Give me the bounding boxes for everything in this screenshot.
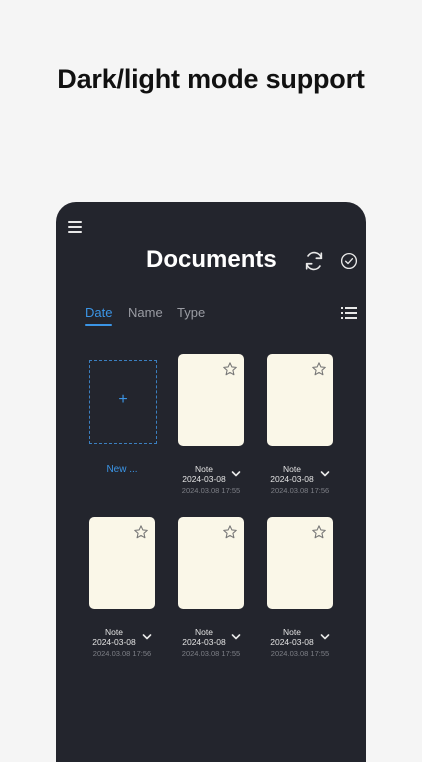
note-date: 2024-03-08 — [182, 474, 226, 484]
note-card[interactable] — [267, 354, 333, 446]
note-date: 2024-03-08 — [270, 474, 314, 484]
chevron-down-icon[interactable] — [231, 633, 241, 641]
sync-icon[interactable] — [303, 250, 325, 272]
note-name: Note — [283, 464, 301, 474]
note-timestamp: 2024.03.08 17:55 — [181, 649, 241, 658]
note-date: 2024-03-08 — [182, 637, 226, 647]
chevron-down-icon[interactable] — [231, 470, 241, 478]
plus-icon: + — [118, 391, 128, 408]
star-icon[interactable] — [222, 524, 238, 540]
chevron-down-icon[interactable] — [142, 633, 152, 641]
chevron-down-icon[interactable] — [320, 633, 330, 641]
note-card[interactable] — [178, 354, 244, 446]
new-document-label[interactable]: New ... — [88, 464, 156, 475]
note-card[interactable] — [178, 517, 244, 609]
tab-type[interactable]: Type — [177, 305, 205, 326]
note-card[interactable] — [89, 517, 155, 609]
note-timestamp: 2024.03.08 17:56 — [92, 649, 152, 658]
list-view-icon[interactable] — [341, 306, 357, 320]
note-name: Note — [105, 627, 123, 637]
star-icon[interactable] — [311, 361, 327, 377]
note-date: 2024-03-08 — [92, 637, 136, 647]
tab-date[interactable]: Date — [85, 305, 113, 326]
note-timestamp: 2024.03.08 17:55 — [181, 486, 241, 495]
check-circle-icon[interactable] — [340, 252, 358, 270]
star-icon[interactable] — [133, 524, 149, 540]
note-name: Note — [283, 627, 301, 637]
app-screen: Documents Date Name Type + New ... Note … — [56, 202, 366, 762]
page-title: Documents — [146, 246, 277, 273]
note-name: Note — [195, 464, 213, 474]
note-card[interactable] — [267, 517, 333, 609]
note-date: 2024-03-08 — [270, 637, 314, 647]
menu-icon[interactable] — [68, 221, 82, 233]
chevron-down-icon[interactable] — [320, 470, 330, 478]
note-name: Note — [195, 627, 213, 637]
star-icon[interactable] — [222, 361, 238, 377]
promo-headline: Dark/light mode support — [57, 64, 365, 94]
note-timestamp: 2024.03.08 17:55 — [270, 649, 330, 658]
note-timestamp: 2024.03.08 17:56 — [270, 486, 330, 495]
tab-name[interactable]: Name — [128, 305, 163, 326]
star-icon[interactable] — [311, 524, 327, 540]
new-document-button[interactable]: + — [89, 360, 157, 444]
